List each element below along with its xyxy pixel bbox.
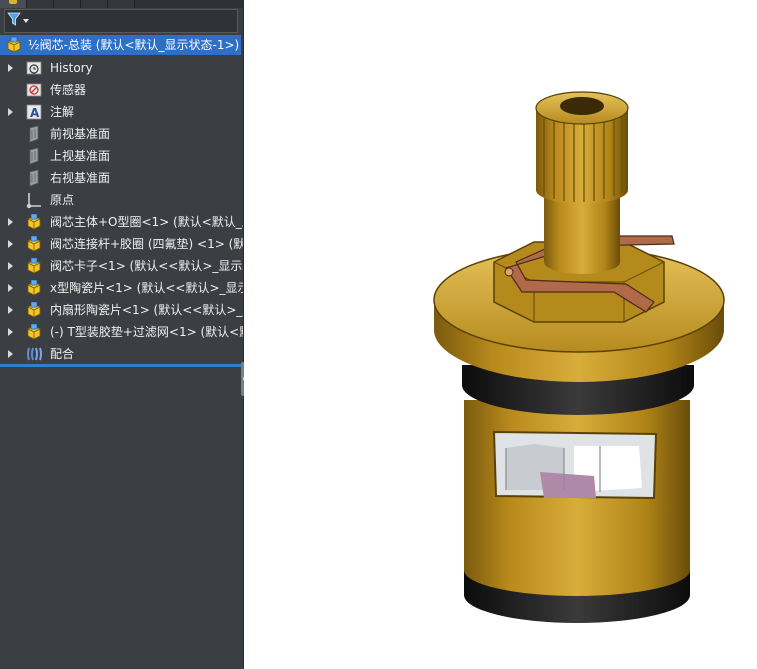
part-icon — [27, 213, 41, 230]
graphics-area[interactable] — [244, 0, 757, 669]
tree-item[interactable]: 阀芯连接杆+胶圈 (四氟垫) <1> (默 — [0, 233, 243, 255]
tree-item[interactable]: 配合 — [0, 343, 243, 365]
tree-item-label: 传感器 — [50, 83, 87, 97]
expand-arrow-icon[interactable] — [8, 350, 13, 358]
tree-item[interactable]: History — [0, 57, 243, 79]
tree-item-label: 阀芯连接杆+胶圈 (四氟垫) <1> (默 — [50, 237, 243, 251]
tree-item[interactable]: 上视基准面 — [0, 145, 243, 167]
tab-dimxpert[interactable] — [81, 0, 108, 8]
expand-arrow-icon[interactable] — [8, 284, 13, 292]
tree-item-label: History — [50, 61, 93, 75]
history-icon — [26, 61, 42, 75]
tree-item[interactable]: (-) T型装胶垫+过滤网<1> (默认<默 — [0, 321, 243, 343]
expand-arrow-icon[interactable] — [8, 108, 13, 116]
plane-icon — [29, 147, 39, 165]
tree-item[interactable]: 右视基准面 — [0, 167, 243, 189]
part-icon — [27, 235, 41, 252]
stem-bore — [560, 97, 604, 115]
tree-item-label: 内扇形陶瓷片<1> (默认<<默认>_显 — [50, 303, 243, 317]
tree-item-label: (-) T型装胶垫+过滤网<1> (默认<默 — [50, 325, 243, 339]
feature-manager-panel: ½阀芯-总装 (默认<默认_显示状态-1>) History 传感器 A 注解前视基准… — [0, 0, 244, 669]
plane-icon — [29, 125, 39, 143]
part-icon — [27, 323, 41, 340]
tree-split-bar[interactable] — [0, 364, 241, 367]
expand-arrow-icon[interactable] — [8, 328, 13, 336]
part-icon — [27, 279, 41, 296]
tree-item-label: 前视基准面 — [50, 127, 111, 141]
mates-icon — [27, 347, 42, 361]
svg-text:A: A — [30, 106, 40, 120]
tree-item-label: 阀芯主体+O型圈<1> (默认<默认_显 — [50, 215, 243, 229]
origin-icon — [26, 193, 41, 209]
part-icon — [27, 301, 41, 318]
tree-root-label: ½阀芯-总装 (默认<默认_显示状态-1>) — [28, 38, 240, 52]
expand-arrow-icon[interactable] — [8, 306, 13, 314]
tree-item[interactable]: 原点 — [0, 189, 243, 211]
tree-item[interactable]: 前视基准面 — [0, 123, 243, 145]
tab-display-manager[interactable] — [108, 0, 135, 8]
tree-item-label: 上视基准面 — [50, 149, 111, 163]
tree-item-label: 配合 — [50, 347, 75, 361]
tree-item-label: 原点 — [50, 193, 75, 207]
tree-item-label: 右视基准面 — [50, 171, 111, 185]
tree-item-label: 阀芯卡子<1> (默认<<默认>_显示状 — [50, 259, 243, 273]
tree-item-label: x型陶瓷片<1> (默认<<默认>_显示 — [50, 281, 243, 295]
tree-item[interactable]: 传感器 — [0, 79, 243, 101]
expand-arrow-icon[interactable] — [8, 64, 13, 72]
tab-property-manager[interactable] — [27, 0, 54, 8]
tab-feature-tree[interactable] — [0, 0, 27, 8]
tree-item[interactable]: 内扇形陶瓷片<1> (默认<<默认>_显 — [0, 299, 243, 321]
expand-arrow-icon[interactable] — [8, 218, 13, 226]
expand-arrow-icon[interactable] — [8, 262, 13, 270]
tree-item[interactable]: 阀芯主体+O型圈<1> (默认<默认_显 — [0, 211, 243, 233]
filter-input[interactable] — [4, 9, 238, 33]
plane-icon — [29, 169, 39, 187]
tree-item[interactable]: 阀芯卡子<1> (默认<<默认>_显示状 — [0, 255, 243, 277]
feature-tree-tab-icon — [9, 0, 17, 4]
tree-item-label: 注解 — [50, 105, 75, 119]
annotation-icon: A — [26, 104, 42, 120]
valve-cartridge-model[interactable] — [433, 91, 725, 623]
tree-item[interactable]: A 注解 — [0, 101, 243, 123]
panel-tab-bar — [0, 0, 243, 8]
assembly-icon — [7, 36, 21, 53]
sensor-icon — [26, 83, 42, 97]
tab-configuration-manager[interactable] — [54, 0, 81, 8]
expand-arrow-icon[interactable] — [8, 240, 13, 248]
part-icon — [27, 257, 41, 274]
tree-root-assembly[interactable]: ½阀芯-总装 (默认<默认_显示状态-1>) — [0, 35, 241, 55]
tree-item[interactable]: x型陶瓷片<1> (默认<<默认>_显示 — [0, 277, 243, 299]
filter-icon[interactable] — [6, 11, 30, 29]
